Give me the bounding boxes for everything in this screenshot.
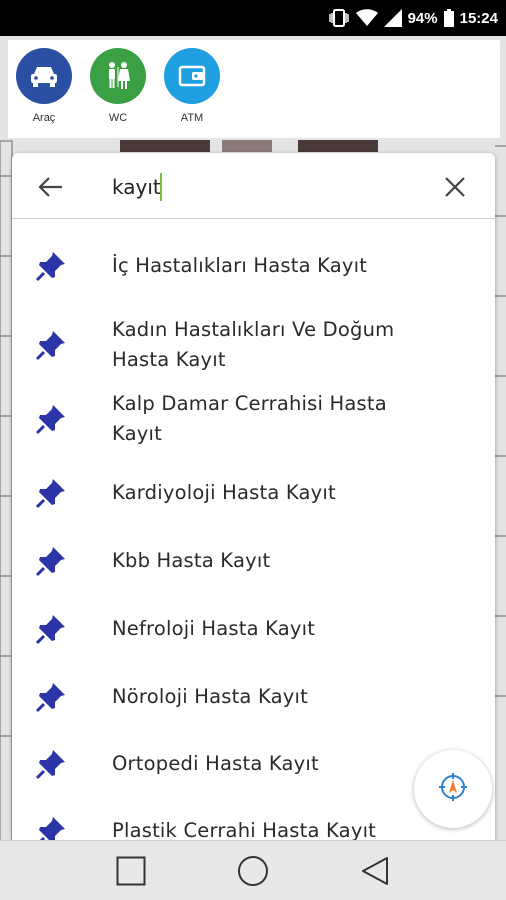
result-label: Ortopedi Hasta Kayıt	[112, 751, 319, 775]
category-label: ATM	[180, 112, 204, 124]
pushpin-icon	[34, 476, 68, 510]
battery-percent: 94%	[407, 9, 438, 27]
pushpin-icon	[34, 680, 68, 714]
pushpin-icon	[34, 544, 68, 578]
list-item[interactable]: Kalp Damar Cerrahisi Hasta Kayıt	[12, 380, 495, 458]
category-bar: Araç WC ATM	[8, 40, 500, 138]
signal-icon	[383, 9, 402, 27]
list-item[interactable]: Nöroloji Hasta Kayıt	[12, 663, 495, 730]
pushpin-icon	[34, 612, 68, 646]
wallet-icon[interactable]	[164, 48, 220, 104]
result-label: Kbb Hasta Kayıt	[112, 549, 271, 572]
pushpin-icon	[34, 747, 68, 781]
result-label: Kadın Hastalıkları Ve Doğum Hasta Kayıt	[112, 315, 394, 375]
result-label: Kalp Damar Cerrahisi Hasta Kayıt	[112, 389, 387, 449]
list-item[interactable]: Nefroloji Hasta Kayıt	[12, 595, 495, 663]
category-arac[interactable]: Araç	[16, 48, 72, 138]
list-item[interactable]: İç Hastalıkları Hasta Kayıt	[12, 219, 495, 310]
restroom-icon[interactable]	[90, 48, 146, 104]
result-label: İç Hastalıkları Hasta Kayıt	[112, 253, 368, 277]
category-label: Araç	[32, 112, 56, 124]
close-icon[interactable]	[443, 175, 467, 199]
status-bar: 94% 15:24	[0, 0, 506, 36]
category-atm[interactable]: ATM	[164, 48, 220, 138]
result-line: Kadın Hastalıkları Ve Doğum	[112, 318, 395, 341]
search-input[interactable]	[112, 169, 422, 205]
category-label: WC	[108, 112, 128, 124]
search-panel: İç Hastalıkları Hasta Kayıt Kadın Hastal…	[12, 153, 495, 840]
system-nav-bar	[0, 840, 506, 900]
pushpin-icon	[34, 249, 68, 283]
result-label: Nefroloji Hasta Kayıt	[112, 617, 316, 640]
text-cursor	[160, 173, 162, 201]
result-label: Nöroloji Hasta Kayıt	[112, 684, 308, 708]
vibrate-icon	[328, 8, 350, 28]
list-item[interactable]: Kadın Hastalıkları Ve Doğum Hasta Kayıt	[12, 310, 495, 380]
pushpin-icon	[34, 328, 68, 362]
arrow-left-icon[interactable]	[36, 173, 64, 201]
pushpin-icon	[34, 814, 68, 840]
clock: 15:24	[459, 9, 498, 27]
pushpin-icon	[34, 402, 68, 436]
results-list: İç Hastalıkları Hasta Kayıt Kadın Hastal…	[12, 219, 495, 840]
category-wc[interactable]: WC	[90, 48, 146, 138]
result-line: Kalp Damar Cerrahisi Hasta	[112, 392, 387, 415]
locate-button[interactable]	[414, 750, 492, 828]
result-line: Hasta Kayıt	[112, 348, 226, 371]
home-icon[interactable]	[233, 851, 273, 891]
search-header	[12, 153, 495, 219]
list-item[interactable]: Kbb Hasta Kayıt	[12, 527, 495, 595]
recent-apps-icon[interactable]	[111, 851, 151, 891]
wifi-icon	[355, 9, 378, 27]
back-triangle-icon[interactable]	[355, 851, 395, 891]
result-label: Kardiyoloji Hasta Kayıt	[112, 480, 336, 504]
car-icon[interactable]	[16, 48, 72, 104]
result-label: Plastik Cerrahi Hasta Kayıt	[112, 818, 377, 841]
battery-icon	[443, 9, 454, 27]
result-line: Kayıt	[112, 422, 162, 445]
compass-locate-icon	[435, 769, 471, 809]
list-item[interactable]: Kardiyoloji Hasta Kayıt	[12, 458, 495, 527]
